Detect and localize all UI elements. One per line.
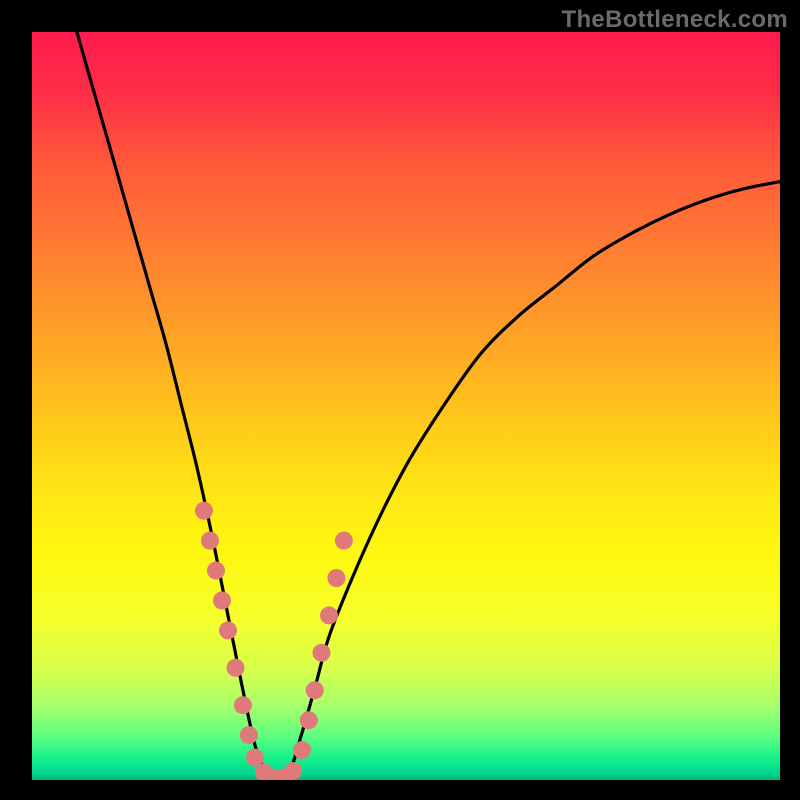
marker-dot [195, 502, 213, 520]
marker-dot [207, 562, 225, 580]
marker-dot [284, 762, 302, 780]
marker-dot [246, 749, 264, 767]
marker-dot [306, 681, 324, 699]
chart-container: TheBottleneck.com [0, 0, 800, 800]
marker-dot [293, 741, 311, 759]
watermark-text: TheBottleneck.com [562, 6, 788, 34]
marker-dot [320, 606, 338, 624]
marker-dot [234, 696, 252, 714]
plot-area [32, 32, 780, 780]
marker-dot [313, 644, 331, 662]
curve-layer [32, 32, 780, 780]
marker-dot [227, 659, 245, 677]
marker-dot [300, 711, 318, 729]
marker-dot [240, 726, 258, 744]
bottleneck-curve [77, 32, 780, 780]
marker-dot [335, 532, 353, 550]
marker-dot [201, 532, 219, 550]
marker-dot [327, 569, 345, 587]
marker-dot [213, 592, 231, 610]
marker-dot [219, 621, 237, 639]
